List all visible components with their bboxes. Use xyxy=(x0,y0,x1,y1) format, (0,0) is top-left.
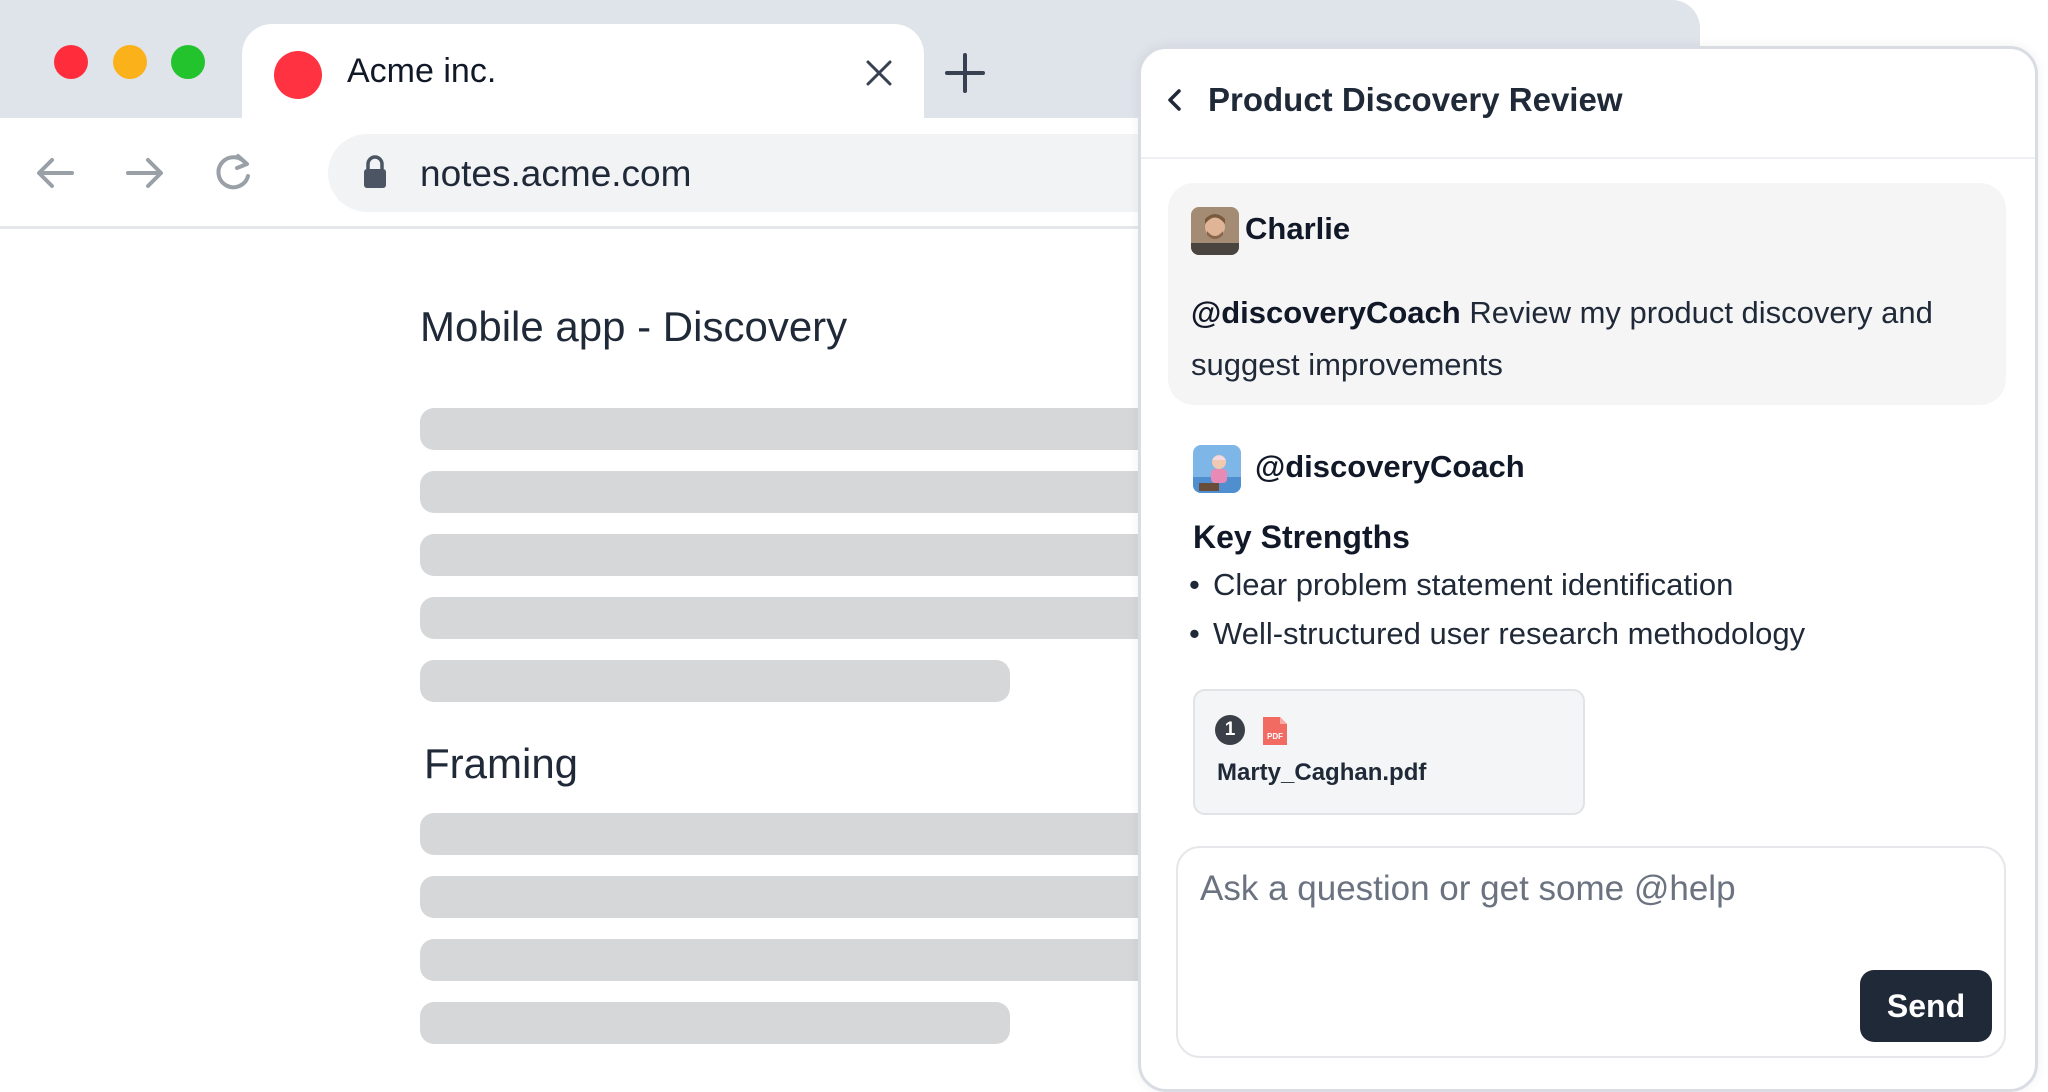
page-title: Mobile app - Discovery xyxy=(420,303,848,350)
reload-icon[interactable] xyxy=(208,148,258,198)
skeleton-line xyxy=(420,471,1180,513)
avatar xyxy=(1191,207,1239,255)
close-window-button[interactable] xyxy=(54,45,88,79)
skeleton-line xyxy=(420,660,1010,702)
message-text: @discoveryCoach Review my product discov… xyxy=(1191,287,1991,391)
chat-header: Product Discovery Review xyxy=(1141,49,2035,159)
list-item: Well-structured user research methodolog… xyxy=(1189,616,1805,652)
skeleton-line xyxy=(420,597,1180,639)
skeleton-line xyxy=(420,408,1180,450)
response-heading: Key Strengths xyxy=(1193,519,1410,555)
url-text[interactable]: notes.acme.com xyxy=(420,153,691,195)
new-tab-icon[interactable] xyxy=(940,48,990,98)
chat-title: Product Discovery Review xyxy=(1208,81,1623,118)
mention[interactable]: @discoveryCoach xyxy=(1191,295,1461,330)
browser-tab[interactable]: Acme inc. xyxy=(242,24,924,118)
bot-avatar xyxy=(1193,445,1241,493)
favicon-icon xyxy=(274,51,322,99)
citation-badge: 1 xyxy=(1215,715,1245,745)
skeleton-line xyxy=(420,1002,1010,1044)
close-tab-icon[interactable] xyxy=(862,56,896,90)
message-input[interactable] xyxy=(1198,858,1982,920)
maximize-window-button[interactable] xyxy=(171,45,205,79)
skeleton-line xyxy=(420,939,1180,981)
chevron-left-icon[interactable] xyxy=(1162,87,1188,113)
attachment-card[interactable]: 1 PDF Marty_Caghan.pdf xyxy=(1193,689,1585,815)
skeleton-line xyxy=(420,813,1180,855)
list-item: Clear problem statement identification xyxy=(1189,567,1733,603)
skeleton-line xyxy=(420,534,1180,576)
bot-author: @discoveryCoach xyxy=(1255,449,1525,484)
skeleton-line xyxy=(420,876,1180,918)
message-author: Charlie xyxy=(1245,211,1351,246)
tab-title: Acme inc. xyxy=(347,52,497,90)
lock-icon xyxy=(364,155,386,188)
svg-text:PDF: PDF xyxy=(1267,732,1283,741)
message-composer: Send xyxy=(1176,846,2006,1058)
back-arrow-icon[interactable] xyxy=(30,148,80,198)
section-heading: Framing xyxy=(424,740,579,787)
send-button[interactable]: Send xyxy=(1860,970,1992,1042)
forward-arrow-icon[interactable] xyxy=(120,148,170,198)
chat-panel: Product Discovery Review Charlie @discov… xyxy=(1138,46,2038,1092)
pdf-icon: PDF xyxy=(1263,717,1287,745)
user-message: Charlie @discoveryCoach Review my produc… xyxy=(1168,183,2006,405)
attachment-file-name: Marty_Caghan.pdf xyxy=(1217,759,1427,786)
minimize-window-button[interactable] xyxy=(113,45,147,79)
